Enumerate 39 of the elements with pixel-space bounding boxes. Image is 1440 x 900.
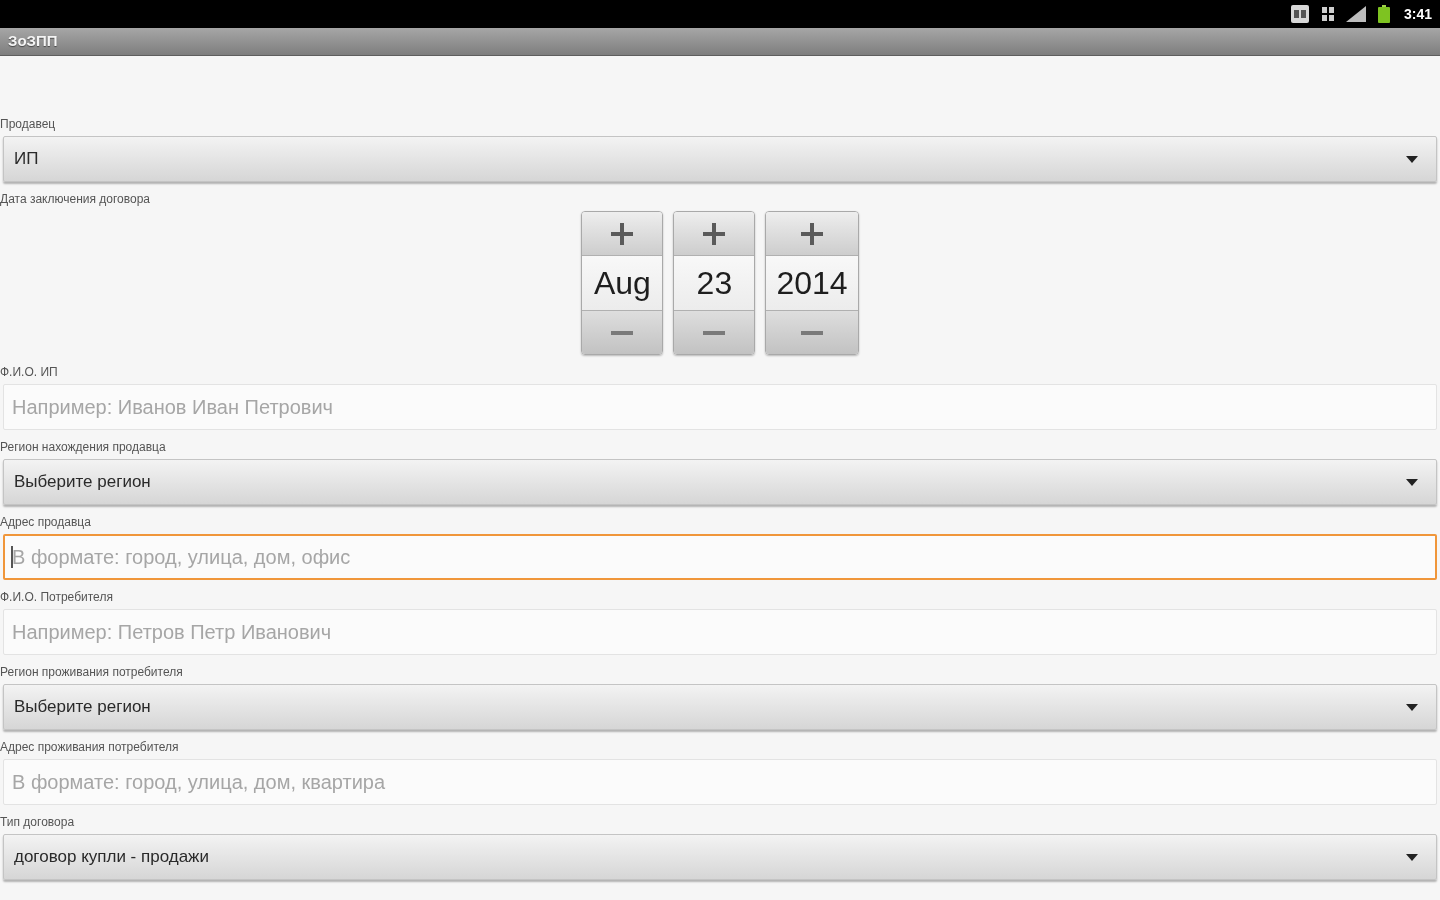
dropdown[interactable]: Выберите регион [3, 684, 1437, 730]
clock-time: 3:41 [1403, 4, 1432, 24]
battery-icon [1377, 5, 1390, 23]
field-label: Ф.И.О. Потребителя [0, 589, 113, 605]
dropdown[interactable]: ИП [3, 136, 1437, 182]
dropdown[interactable]: договор купли - продажи [3, 834, 1437, 880]
minus-icon [703, 330, 726, 335]
plus-icon [703, 222, 726, 245]
decrement-button[interactable] [674, 310, 755, 354]
increment-button[interactable] [674, 212, 755, 256]
date-value-field[interactable]: 23 [674, 256, 755, 310]
caret-icon [1406, 853, 1418, 861]
field-label: Регион проживания потребителя [0, 664, 183, 680]
plus-icon [801, 222, 823, 245]
signal-icon [1345, 6, 1366, 22]
field-label: Продавец [0, 116, 56, 132]
caret-icon [1406, 155, 1418, 163]
grid-icon [1321, 6, 1334, 22]
field-label: Адрес проживания потребителя [0, 739, 179, 755]
date-value-field[interactable]: 2014 [766, 256, 858, 310]
field-label: Ф.И.О. ИП [0, 364, 58, 380]
caret-icon [1406, 703, 1418, 711]
app-title: ЗоЗПП [8, 31, 58, 52]
field-label: Тип договора [0, 814, 75, 830]
date-value-field[interactable]: Aug [582, 256, 663, 310]
dropdown[interactable]: Выберите регион [3, 459, 1437, 505]
tile-icon [1289, 4, 1310, 24]
increment-button[interactable] [582, 212, 663, 256]
decrement-button[interactable] [766, 310, 858, 354]
field-label: Дата заключения договора [0, 191, 151, 207]
plus-icon [611, 222, 634, 245]
minus-icon [611, 330, 634, 335]
field-label: Адрес продавца [0, 514, 91, 530]
field-label: Регион нахождения продавца [0, 439, 166, 455]
caret-icon [1406, 478, 1418, 486]
minus-icon [801, 330, 823, 335]
decrement-button[interactable] [582, 310, 663, 354]
text-input[interactable]: В формате: город, улица, дом, офис [3, 534, 1437, 580]
increment-button[interactable] [766, 212, 858, 256]
